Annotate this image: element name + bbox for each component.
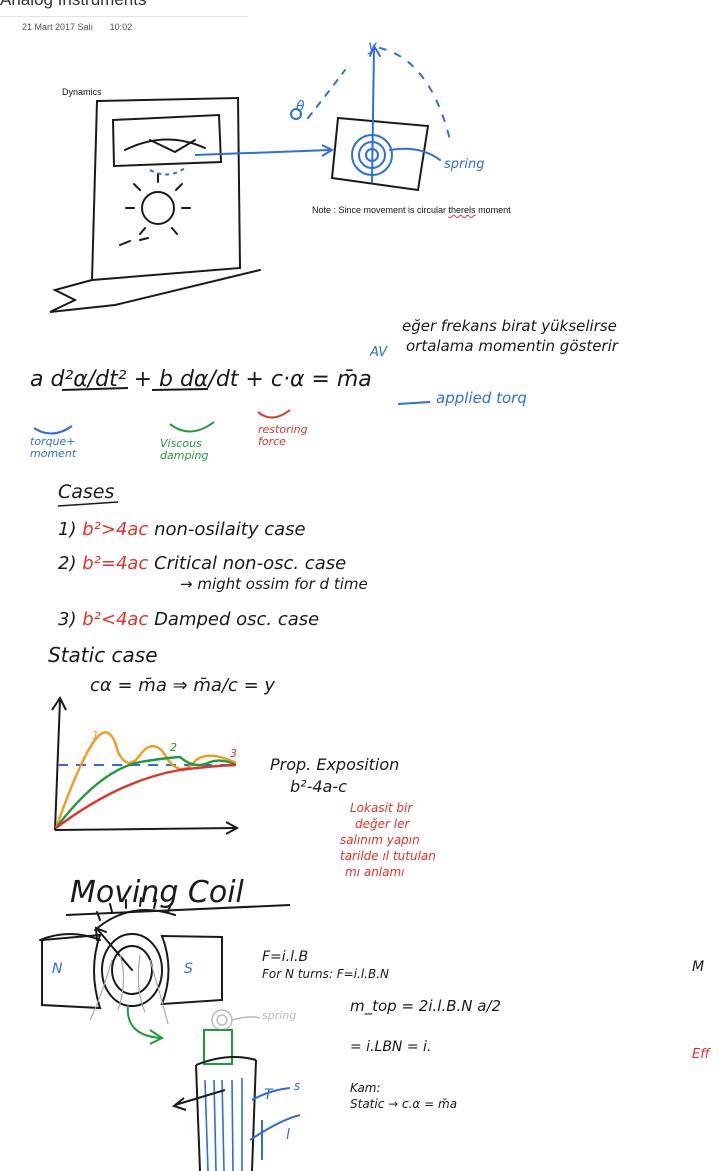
- series-1-line: [54, 731, 237, 829]
- spring-detail-sketch: [330, 116, 430, 192]
- s-label: s: [294, 1079, 301, 1093]
- chart-series-2-label: 2: [170, 741, 177, 754]
- underline-blue: [33, 425, 73, 435]
- case-2-sub: → might ossim for d time: [180, 575, 368, 593]
- torque-equation: m_top = 2i.l.B.N a/2: [350, 997, 502, 1015]
- south-pole-label: S: [184, 961, 193, 977]
- av-label: AV: [370, 345, 388, 360]
- edge-label-eff: Eff: [692, 1047, 710, 1062]
- viscous-damping-label: Viscous damping: [160, 437, 209, 463]
- spring-label-2: spring: [262, 1009, 297, 1022]
- case-2-text: Critical non-osc. case: [154, 553, 347, 574]
- force-equation: F=i.l.B: [262, 949, 309, 965]
- static-arrow-note: Static → c.α = m̄a: [350, 1097, 458, 1111]
- case-3-number: 3): [58, 609, 77, 630]
- case-2: 2) b²=4ac Critical non-osc. case: [58, 554, 346, 574]
- case-3: 3) b²<4ac Damped osc. case: [58, 610, 319, 630]
- kam-label: Kam:: [350, 1081, 381, 1095]
- case-1-number: 1): [58, 519, 77, 540]
- applied-torque-label: applied torq: [436, 389, 527, 407]
- case-1-text: non-osilaity case: [154, 519, 306, 540]
- red-note-2: değer ler: [355, 817, 410, 831]
- red-note-5: mı anlamı: [345, 865, 405, 879]
- prop-exposition: Prop. Exposition: [270, 755, 400, 774]
- red-note-1: Lokasit bir: [350, 801, 413, 815]
- north-pole-label: N: [52, 961, 63, 977]
- case-1-condition: b²>4ac: [82, 519, 149, 540]
- meter-arrow: [194, 149, 331, 156]
- red-note-4: tarilde ıl tutulan: [340, 849, 436, 863]
- meter-device-sketch: [49, 96, 261, 313]
- red-note-3: salınım yapın: [340, 833, 420, 847]
- case-3-condition: b²<4ac: [82, 609, 149, 630]
- underline-green: [169, 421, 215, 433]
- static-case-heading: Static case: [48, 643, 158, 667]
- moving-coil-heading: Moving Coil: [70, 875, 244, 910]
- lower-coil-sketch: [171, 1009, 301, 1171]
- static-equation: cα = m̄a ⇒ m̄a/c = y: [90, 675, 276, 696]
- edge-label-m: M: [692, 959, 705, 975]
- theta-label: θ: [296, 99, 305, 115]
- turkish-note-1: eğer frekans birat yükselirse: [402, 317, 617, 335]
- torque-simplified: = i.LBN = i.: [350, 1039, 432, 1055]
- restoring-force-label: restoring force: [258, 423, 308, 449]
- chart-series-3-label: 3: [230, 747, 237, 760]
- n-turns-equation: For N turns: F=i.l.B.N: [262, 967, 390, 981]
- y-label: y: [368, 37, 377, 55]
- torque-moment-label: torque+ moment: [30, 435, 77, 461]
- chart-x-axis: [54, 827, 236, 831]
- chart-series-1-label: 1: [92, 729, 99, 742]
- t-label: T: [264, 1087, 273, 1103]
- spring-label: spring: [444, 157, 485, 172]
- meter-dash-blue: [149, 167, 186, 176]
- case-2-condition: b²=4ac: [82, 553, 149, 574]
- case-1: 1) b²>4ac non-osilaity case: [58, 520, 306, 540]
- turkish-note-2: ortalama momentin gösterir: [406, 337, 618, 355]
- case-2-number: 2): [58, 553, 77, 574]
- response-chart: [51, 696, 240, 835]
- underline-red: [257, 409, 291, 419]
- dynamics-equation: a d²α/dt² + b dα/dt + c·α = m̄a: [30, 367, 372, 392]
- l-label: l: [286, 1127, 290, 1143]
- case-3-text: Damped osc. case: [154, 609, 320, 630]
- prop-expression: b²-4a-c: [290, 777, 347, 796]
- cases-heading: Cases: [58, 481, 115, 503]
- applied-arrow: [397, 401, 431, 405]
